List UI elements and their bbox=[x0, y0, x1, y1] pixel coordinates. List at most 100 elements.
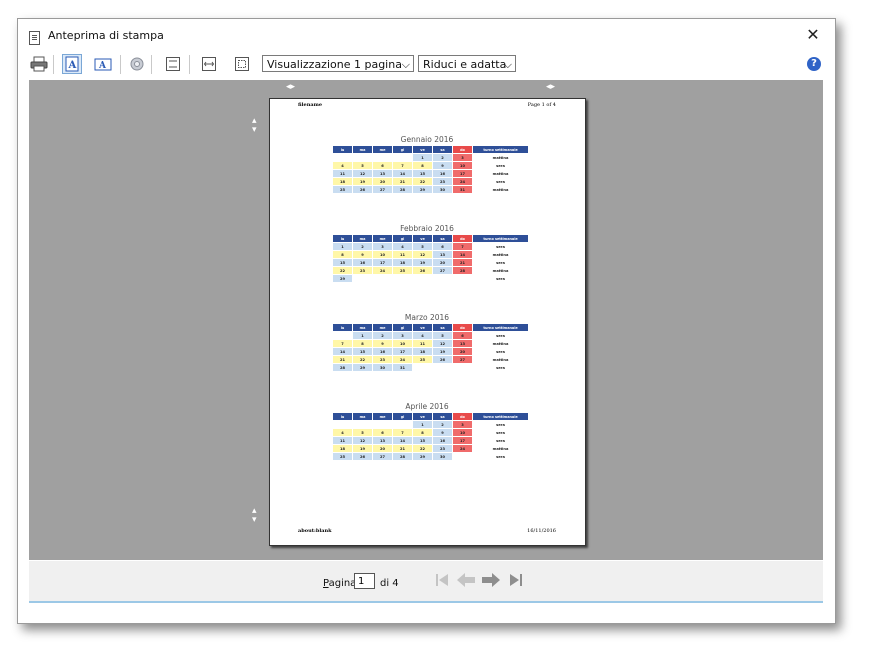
page-width-icon bbox=[202, 57, 216, 71]
day-cell: 6 bbox=[373, 162, 392, 169]
day-cell: 21 bbox=[393, 178, 412, 185]
scale-value: Riduci e adatta bbox=[423, 58, 507, 71]
day-cell: 23 bbox=[353, 267, 372, 274]
scale-dropdown[interactable]: Riduci e adatta ⌵ bbox=[418, 55, 516, 72]
day-cell bbox=[373, 154, 392, 161]
day-header: do bbox=[453, 413, 472, 420]
calendar-table: lu ma me gi ve sa do turno settimanale 1 2 3 mattin… bbox=[332, 145, 529, 194]
day-cell: 31 bbox=[393, 364, 412, 371]
day-cell: 1 bbox=[413, 154, 432, 161]
header-footer-icon bbox=[166, 57, 180, 71]
day-header: gi bbox=[393, 235, 412, 242]
last-page-button[interactable] bbox=[507, 571, 525, 589]
arrow-right-icon bbox=[482, 573, 500, 587]
day-cell: 21 bbox=[333, 356, 352, 363]
day-cell bbox=[353, 275, 372, 282]
day-cell: 25 bbox=[413, 356, 432, 363]
shift-cell: mattina bbox=[473, 340, 528, 347]
day-header: me bbox=[373, 413, 392, 420]
day-cell: 27 bbox=[373, 186, 392, 193]
day-header: turno settimanale bbox=[473, 235, 528, 242]
day-cell: 4 bbox=[333, 429, 352, 436]
day-cell: 2 bbox=[433, 154, 452, 161]
calendar-week-row: 4 5 6 7 8 9 10 sera bbox=[333, 429, 528, 436]
day-cell: 20 bbox=[373, 445, 392, 452]
day-cell: 7 bbox=[333, 340, 352, 347]
day-cell bbox=[373, 275, 392, 282]
day-cell: 16 bbox=[433, 437, 452, 444]
calendar-week-row: 18 19 20 21 22 23 24 sera bbox=[333, 178, 528, 185]
full-page-button[interactable] bbox=[232, 54, 252, 74]
day-cell: 11 bbox=[393, 251, 412, 258]
landscape-button[interactable]: A bbox=[93, 54, 113, 74]
calendar-header-row: lu ma me gi ve sa do turno settimanale bbox=[333, 324, 528, 331]
page-total: di 4 bbox=[380, 578, 399, 589]
day-cell: 6 bbox=[373, 429, 392, 436]
day-cell: 22 bbox=[353, 356, 372, 363]
page-setup-button[interactable] bbox=[127, 54, 147, 74]
shift-cell: mattina bbox=[473, 445, 528, 452]
page-header-right: Page 1 of 4 bbox=[527, 102, 556, 108]
day-cell bbox=[393, 275, 412, 282]
top-margin-handle-icon[interactable]: ▴ ▾ bbox=[252, 117, 257, 135]
toolbar-separator bbox=[151, 55, 152, 74]
day-cell: 28 bbox=[453, 267, 472, 274]
close-button[interactable]: ✕ bbox=[803, 25, 823, 45]
last-page-icon bbox=[510, 574, 522, 586]
shift-cell: sera bbox=[473, 162, 528, 169]
day-cell: 8 bbox=[413, 162, 432, 169]
shift-cell: mattina bbox=[473, 154, 528, 161]
day-cell bbox=[393, 421, 412, 428]
day-cell: 1 bbox=[413, 421, 432, 428]
day-cell: 9 bbox=[353, 251, 372, 258]
landscape-orientation-icon: A bbox=[94, 58, 112, 71]
day-header: turno settimanale bbox=[473, 146, 528, 153]
day-header: sa bbox=[433, 413, 452, 420]
day-cell: 24 bbox=[453, 178, 472, 185]
day-cell: 14 bbox=[453, 251, 472, 258]
page-number-input[interactable]: 1 bbox=[354, 573, 375, 589]
day-cell bbox=[333, 154, 352, 161]
calendar-week-row: 25 26 27 28 29 30 31 mattina bbox=[333, 186, 528, 193]
day-header: ve bbox=[413, 324, 432, 331]
bottom-margin-handle-icon[interactable]: ▴ ▾ bbox=[252, 507, 257, 525]
day-cell: 30 bbox=[373, 364, 392, 371]
calendar-header-row: lu ma me gi ve sa do turno settimanale bbox=[333, 235, 528, 242]
pager-bar: Pagina 1 di 4 bbox=[29, 561, 823, 601]
view-mode-dropdown[interactable]: Visualizzazione 1 pagina ⌵ bbox=[262, 55, 414, 72]
toolbar-separator bbox=[120, 55, 121, 74]
day-header: lu bbox=[333, 324, 352, 331]
first-page-button[interactable] bbox=[433, 571, 451, 589]
help-icon[interactable]: ? bbox=[807, 57, 821, 71]
calendar-week-row: 21 22 23 24 25 26 27 mattina bbox=[333, 356, 528, 363]
shift-cell: mattina bbox=[473, 186, 528, 193]
print-page: filename Page 1 of 4 Gennaio 2016 lu ma me g… bbox=[269, 98, 586, 546]
print-button[interactable] bbox=[29, 54, 49, 74]
day-header: lu bbox=[333, 146, 352, 153]
day-header: do bbox=[453, 324, 472, 331]
calendar-week-row: 28 29 30 31 sera bbox=[333, 364, 528, 371]
month-title: Marzo 2016 bbox=[404, 313, 450, 322]
day-header: ma bbox=[353, 146, 372, 153]
day-cell: 29 bbox=[353, 364, 372, 371]
printer-icon bbox=[30, 56, 48, 72]
portrait-button[interactable]: A bbox=[62, 54, 82, 74]
title-bar: Anteprima di stampa ✕ bbox=[18, 19, 835, 51]
day-cell: 28 bbox=[333, 364, 352, 371]
svg-text:A: A bbox=[68, 60, 77, 71]
day-cell: 27 bbox=[433, 267, 452, 274]
view-mode-value: Visualizzazione 1 pagina bbox=[267, 58, 402, 71]
left-margin-handle-icon[interactable]: ◂▸ bbox=[286, 83, 295, 92]
day-cell bbox=[333, 421, 352, 428]
previous-page-button[interactable] bbox=[456, 571, 475, 589]
day-cell: 10 bbox=[453, 429, 472, 436]
day-header: ma bbox=[353, 235, 372, 242]
calendar-week-row: 4 5 6 7 8 9 10 sera bbox=[333, 162, 528, 169]
header-footer-button[interactable] bbox=[163, 54, 183, 74]
day-cell: 9 bbox=[433, 429, 452, 436]
calendar-week-row: 25 26 27 28 29 30 sera bbox=[333, 453, 528, 460]
next-page-button[interactable] bbox=[481, 571, 500, 589]
day-cell: 21 bbox=[453, 259, 472, 266]
right-margin-handle-icon[interactable]: ◂▸ bbox=[546, 83, 555, 92]
full-width-button[interactable] bbox=[199, 54, 219, 74]
